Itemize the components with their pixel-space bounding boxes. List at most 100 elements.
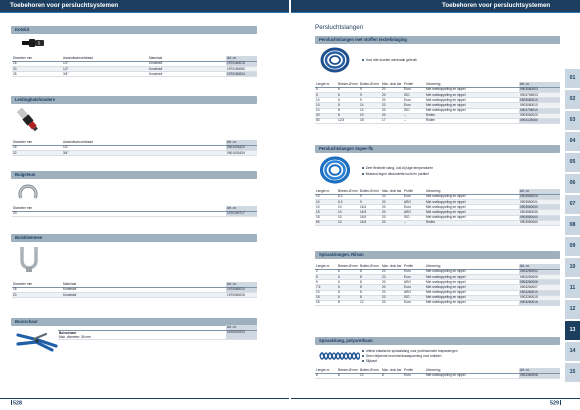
table-cell: 6 [315, 373, 337, 380]
schaar-table: Art.-nr. Buisschaar Max. diameter: 36 mm… [58, 325, 257, 341]
left-top-accent [0, 12, 289, 13]
tab-14[interactable]: 14 [565, 342, 580, 361]
tab-05[interactable]: 05 [565, 153, 580, 172]
bullet-item: Bestand tegen ultraviolette lucht en par… [362, 172, 429, 176]
table-cell: Met snelkoppeling en nippel [425, 300, 519, 307]
section-bar-spiraal: Spiraalslangen, Rilsan [315, 251, 560, 259]
table-row: 20 Kunststof 1970060026 [12, 292, 257, 299]
tab-15[interactable]: 15 [565, 363, 580, 382]
table-cell: 17 [381, 118, 403, 125]
product-artnr: 0190001003 [226, 330, 257, 341]
table-cell: 12 [359, 373, 381, 380]
tab-03[interactable]: 03 [565, 111, 580, 130]
table-row: 50 12.5 18 17– Rollen 0903125050 [315, 118, 560, 125]
section-title: Buigsteun [15, 172, 36, 178]
table-row: 20 1970150717 [12, 211, 257, 218]
coiled-hose-photo [320, 47, 350, 73]
section-title: Persluchtslangen met stoffen textielinla… [319, 37, 407, 43]
section-title: Persluchtslangen Super-flx [319, 146, 374, 152]
table-cell: 1970160004 [226, 71, 257, 78]
poly-table: Lengte m Binnen-Ø mm Buiten-Ø mm Max. dr… [315, 368, 560, 380]
wall-clip-photo [20, 247, 38, 272]
table-row: 6 8 12 8 Euro Met snelkoppeling en nippel 0903… [315, 373, 560, 380]
table-cell: 0903550060 [519, 220, 560, 227]
table-cell: 1970060026 [226, 292, 257, 299]
right-page-title: Toebehoren voor persluchtsystemen [442, 2, 551, 9]
table-cell: 0901003434 [226, 150, 257, 157]
table-cell: 18 [359, 118, 381, 125]
section-bar-kotskit: Kotskit [11, 26, 257, 34]
tab-07[interactable]: 07 [565, 195, 580, 214]
table-cell: Euro [403, 373, 425, 380]
tab-12[interactable]: 12 [565, 300, 580, 319]
table-cell: 10 [337, 220, 359, 227]
bullet-item: Slijtvast [362, 359, 377, 363]
table-cell: 20 [381, 220, 403, 227]
tab-13[interactable]: 13 [565, 321, 580, 340]
table-cell: 0903360008 [519, 373, 560, 380]
table-cell: Kunststof [148, 71, 226, 78]
table-row: Buisschaar Max. diameter: 36 mm 01900010… [58, 330, 257, 341]
bocht-table: Diameter mm Art.-nr. 20 1970150717 [12, 206, 257, 218]
spiral-hose-photo [319, 352, 360, 360]
left-footer-line [0, 398, 289, 399]
table-row: 25 3/4" Kunststof 1970160004 [12, 71, 257, 78]
table-cell: 8 [337, 373, 359, 380]
table-cell: Met snelkoppeling en nippel [425, 373, 519, 380]
table-row: 60 10 16.5 20– Rollen 0903550060 [315, 220, 560, 227]
tab-02[interactable]: 02 [565, 90, 580, 109]
right-footer-line [291, 398, 580, 399]
bend-guide-photo [18, 184, 38, 199]
table-cell: 3/4" [62, 150, 226, 157]
table-cell: 15 [315, 300, 337, 307]
table-cell: 25 [12, 71, 62, 78]
section-bar-klem: Buisklemmen [11, 234, 257, 242]
table-cell: 20 [12, 211, 226, 218]
stoffen-table: Lengte m Binnen-Ø mm Buiten-Ø mm Max. dr… [315, 82, 560, 125]
section-title: Leidinghulshouders [15, 97, 56, 103]
coiled-hose-photo [320, 156, 350, 184]
table-row: 22 3/4" 0901003434 [12, 150, 257, 157]
table-cell: 60 [315, 220, 337, 227]
table-cell: 20 [381, 300, 403, 307]
leiding-table: Diameter mm Aansluitschroefdraad Art.-nr… [12, 140, 257, 157]
klem-table: Diameter mm Materiaal Art.-nr. 16 Kunstst… [12, 282, 257, 299]
section-title: Buisschaar [15, 319, 38, 325]
catalog-spread: Toebehoren voor persluchtsystemen Toebeh… [0, 0, 580, 410]
bullet-item: Geen blijvende kromme/draaispanning voor… [362, 354, 441, 358]
hose-cutter-photo [16, 332, 58, 352]
table-cell: 12 [359, 300, 381, 307]
table-cell: 0903260016 [519, 300, 560, 307]
table-cell: – [403, 220, 425, 227]
super-table: Lengte m Binnen-Ø mm Buiten-Ø mm Max. dr… [315, 189, 560, 227]
table-cell: 8 [381, 373, 403, 380]
section-bar-stoffen: Persluchtslangen met stoffen textielinla… [315, 36, 560, 44]
tab-04[interactable]: 04 [565, 132, 580, 151]
tab-10[interactable]: 10 [565, 258, 580, 277]
table-cell: Euro [403, 300, 425, 307]
table-cell: 3/4" [62, 71, 148, 78]
product-desc: Max. diameter: 36 mm [59, 335, 91, 340]
tab-11[interactable]: 11 [565, 279, 580, 298]
table-cell: 0903125050 [519, 118, 560, 125]
table-cell: 16.5 [359, 220, 381, 227]
tab-09[interactable]: 09 [565, 237, 580, 256]
connector-photo [22, 39, 44, 47]
table-row: 15 8 12 20 Euro Met snelkoppeling en nippel 09… [315, 300, 560, 307]
section-bar-leiding: Leidinghulshouders [11, 96, 257, 104]
section-title: Kotskit [15, 27, 30, 33]
tab-01[interactable]: 01 [565, 69, 580, 88]
right-top-accent [291, 12, 580, 13]
tab-08[interactable]: 08 [565, 216, 580, 235]
table-cell: 1970150717 [226, 211, 257, 218]
table-cell: 22 [12, 150, 62, 157]
left-page-title: Toebehoren voor persluchtsystemen [10, 2, 119, 9]
kotskit-table: Diameter mm Aansluitschroefdraad Materia… [12, 56, 257, 78]
bullet-item: Uiterst elastische spiraalslang voor pro… [362, 349, 458, 353]
main-title: Persluchtslangen [315, 24, 364, 31]
tab-06[interactable]: 06 [565, 174, 580, 193]
right-page-number: 529 [550, 400, 561, 407]
section-title: Spiraalslang, polyurethaan [319, 338, 373, 344]
table-cell: 8 [337, 300, 359, 307]
section-bar-poly: Spiraalslang, polyurethaan [315, 337, 560, 345]
